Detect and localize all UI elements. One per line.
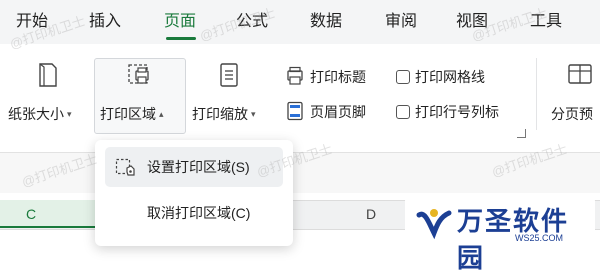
- site-logo: 万圣软件园 WS25.COM: [405, 197, 595, 274]
- tab-tools[interactable]: 工具: [530, 0, 562, 44]
- tab-view[interactable]: 视图: [456, 0, 488, 44]
- paper-size-label: 纸张大小: [8, 106, 64, 122]
- logo-url-text: WS25.COM: [515, 233, 564, 243]
- print-title-label: 打印标题: [310, 69, 366, 85]
- print-title-icon: [287, 66, 303, 85]
- print-title-button[interactable]: 打印标题: [286, 66, 386, 88]
- tab-review[interactable]: 审阅: [385, 0, 417, 44]
- print-area-button[interactable]: 打印区域 ▴: [96, 62, 184, 132]
- checkbox-box[interactable]: [396, 105, 410, 119]
- print-area-icon: [128, 64, 149, 84]
- chevron-down-icon: ▾: [67, 109, 72, 120]
- print-row-col-labels-label: 打印行号列标: [415, 104, 499, 120]
- set-print-area-label: 设置打印区域(S): [147, 159, 250, 175]
- print-gridlines-checkbox[interactable]: 打印网格线: [396, 67, 516, 87]
- page-ribbon: [0, 44, 600, 146]
- chevron-up-icon: ▴: [159, 109, 164, 120]
- active-tab-indicator: [166, 37, 196, 40]
- print-area-label: 打印区域: [100, 106, 156, 122]
- column-letter-d: D: [366, 206, 377, 222]
- menu-item-cancel-print-area[interactable]: 取消打印区域(C): [105, 193, 283, 233]
- print-scale-button[interactable]: 打印缩放 ▾: [190, 62, 272, 132]
- tab-home[interactable]: 开始: [16, 0, 48, 44]
- column-header-c[interactable]: [0, 200, 95, 228]
- tab-data[interactable]: 数据: [310, 0, 342, 44]
- formula-bar[interactable]: [0, 152, 600, 193]
- menu-item-set-print-area[interactable]: 设置打印区域(S): [105, 147, 283, 187]
- column-letter-c: C: [26, 206, 37, 222]
- cancel-print-area-label: 取消打印区域(C): [147, 205, 251, 221]
- logo-mark-icon: [416, 209, 452, 240]
- print-scale-icon: [220, 63, 238, 87]
- page-break-preview-label: 分页预: [551, 106, 593, 122]
- print-row-col-labels-checkbox[interactable]: 打印行号列标: [396, 102, 516, 122]
- print-scale-label: 打印缩放: [192, 106, 248, 122]
- tab-formula[interactable]: 公式: [236, 0, 268, 44]
- chevron-down-icon: ▾: [251, 109, 256, 120]
- dialog-launcher-icon[interactable]: [517, 129, 526, 138]
- set-print-area-icon: [115, 158, 135, 176]
- paper-size-icon: [39, 63, 57, 87]
- ribbon-tab-bar: 开始 插入 页面 公式 数据 审阅 视图 工具: [0, 0, 600, 44]
- print-area-dropdown-menu: 设置打印区域(S) 取消打印区域(C): [95, 140, 293, 246]
- paper-size-button[interactable]: 纸张大小 ▾: [8, 62, 90, 132]
- page-break-preview-button[interactable]: 分页预: [551, 62, 600, 132]
- header-footer-button[interactable]: 页眉页脚: [286, 101, 386, 123]
- print-gridlines-label: 打印网格线: [415, 69, 485, 85]
- header-footer-icon: [287, 101, 303, 121]
- page-break-preview-icon: [568, 64, 592, 84]
- header-footer-label: 页眉页脚: [310, 104, 366, 120]
- checkbox-box[interactable]: [396, 70, 410, 84]
- group-separator: [536, 58, 537, 130]
- tab-insert[interactable]: 插入: [89, 0, 121, 44]
